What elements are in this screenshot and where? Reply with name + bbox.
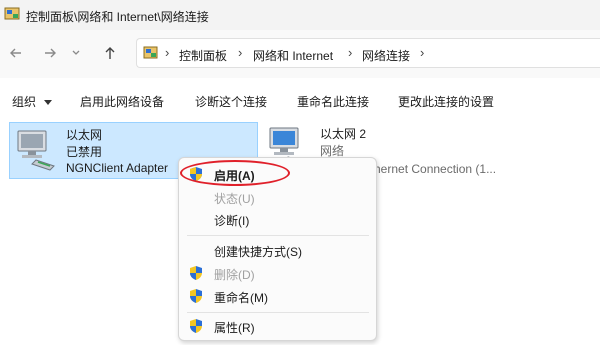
network-adapter-icon — [17, 130, 55, 171]
menu-item-label: 创建快捷方式(S) — [214, 245, 302, 259]
window-title: 控制面板\网络和 Internet\网络连接 — [26, 10, 209, 24]
arrow-up-icon — [105, 47, 115, 59]
address-bar[interactable]: › 控制面板 › 网络和 Internet › 网络连接 › — [136, 38, 600, 68]
up-button[interactable] — [100, 43, 120, 63]
command-bar: 组织 启用此网络设备 诊断这个连接 重命名此连接 更改此连接的设置 — [0, 86, 600, 116]
chevron-right-icon[interactable]: › — [238, 45, 242, 60]
menu-item-rename[interactable]: 重命名(M) — [179, 286, 376, 306]
menu-item-properties[interactable]: 属性(R) — [179, 316, 376, 336]
menu-divider — [187, 235, 369, 236]
navigation-bar: › 控制面板 › 网络和 Internet › 网络连接 › — [0, 30, 600, 78]
chevron-right-icon: › — [165, 45, 170, 60]
breadcrumb-network-internet[interactable]: 网络和 Internet — [253, 47, 333, 64]
breadcrumb-control-panel[interactable]: 控制面板 — [179, 47, 227, 64]
uac-shield-icon — [190, 289, 202, 303]
control-panel-icon — [143, 46, 158, 59]
forward-button[interactable] — [40, 43, 60, 63]
arrow-left-icon — [10, 48, 21, 58]
recent-locations-button[interactable] — [66, 43, 86, 63]
menu-item-delete: 删除(D) — [179, 263, 376, 283]
breadcrumb-network-connections[interactable]: 网络连接 — [362, 47, 410, 64]
chevron-right-icon[interactable]: › — [348, 45, 352, 60]
chevron-right-icon[interactable]: › — [420, 45, 424, 60]
menu-item-label: 删除(D) — [214, 268, 255, 282]
menu-item-create-shortcut[interactable]: 创建快捷方式(S) — [179, 240, 376, 260]
organize-label: 组织 — [12, 95, 37, 109]
connection-status: 已禁用 — [66, 145, 103, 159]
diagnose-button[interactable]: 诊断这个连接 — [195, 93, 267, 110]
uac-shield-icon — [190, 266, 202, 280]
caret-down-icon — [44, 99, 53, 105]
arrow-right-icon — [45, 48, 56, 58]
back-button[interactable] — [6, 43, 26, 63]
context-menu: 启用(A) 状态(U) 诊断(I) 创建快捷方式(S) 删除(D) 重命名(M) — [178, 157, 377, 341]
menu-divider — [187, 312, 369, 313]
menu-item-label: 状态(U) — [214, 192, 255, 206]
highlight-circle — [180, 160, 290, 186]
menu-item-label: 属性(R) — [214, 321, 255, 335]
change-settings-button[interactable]: 更改此连接的设置 — [398, 93, 494, 110]
menu-item-label: 诊断(I) — [214, 214, 250, 228]
control-panel-icon — [4, 7, 20, 20]
connection-name: 以太网 2 — [320, 127, 367, 141]
connection-device: hernet Connection (1... — [374, 162, 497, 176]
connection-name: 以太网 — [66, 128, 103, 142]
title-bar: 控制面板\网络和 Internet\网络连接 — [0, 0, 600, 30]
connection-device: NGNClient Adapter — [66, 161, 169, 175]
menu-item-status: 状态(U) — [179, 187, 376, 207]
menu-item-label: 重命名(M) — [214, 291, 268, 305]
rename-button[interactable]: 重命名此连接 — [297, 93, 369, 110]
enable-device-button[interactable]: 启用此网络设备 — [80, 93, 164, 110]
menu-item-diagnose[interactable]: 诊断(I) — [179, 209, 376, 229]
uac-shield-icon — [190, 319, 202, 333]
organize-button[interactable]: 组织 — [12, 93, 53, 110]
chevron-down-icon — [72, 50, 80, 55]
